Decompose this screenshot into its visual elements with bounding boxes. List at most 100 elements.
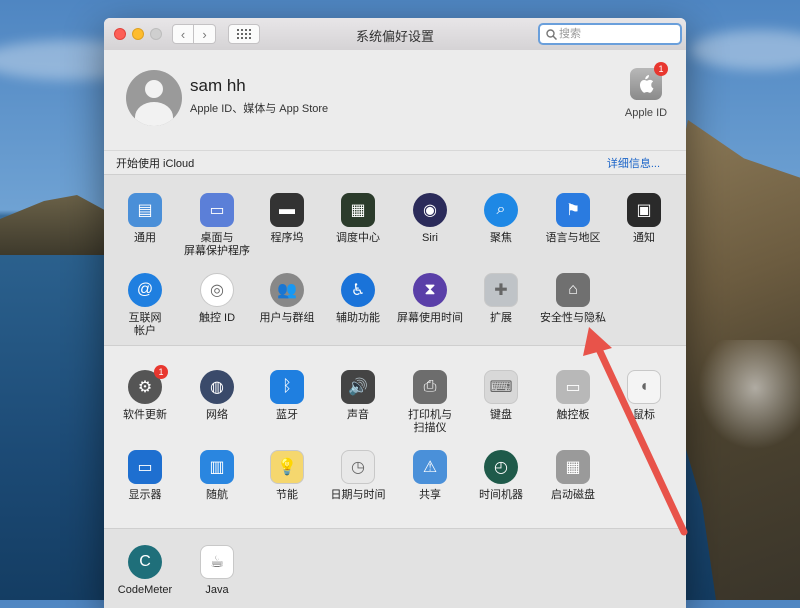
pane-sidecar[interactable]: ▥ 随航 [181,450,253,502]
pane-label: 软件更新 [123,409,167,421]
search-input[interactable] [557,27,671,41]
pane-label: 声音 [347,409,369,421]
apple-id-label: Apple ID [624,107,668,119]
pane-label: 用户与群组 [259,312,315,324]
dock-icon: ▬ [270,193,304,227]
pane-software-update[interactable]: ⚙ 1 软件更新 [109,365,181,422]
title-bar[interactable]: ‹ › 系统偏好设置 [104,18,686,51]
pane-extensions[interactable]: ✚ 扩展 [465,273,537,325]
pane-touch-id[interactable]: ◎ 触控 ID [181,273,253,325]
spotlight-icon: ⌕ [484,193,518,227]
pane-notifications[interactable]: ▣ 通知 [608,193,680,245]
desktop-island [0,195,110,255]
sidecar-icon: ▥ [200,450,234,484]
network-icon: ◍ [200,370,234,404]
pane-language-region[interactable]: ⚑ 语言与地区 [537,193,609,245]
pane-startup-disk[interactable]: ▦ 启动磁盘 [537,450,609,502]
siri-icon: ◉ [413,193,447,227]
pane-screen-time[interactable]: ⧗ 屏幕使用时间 [394,273,466,325]
mouse-icon: ◖ [627,370,661,404]
pane-sharing[interactable]: ⚠ 共享 [394,450,466,502]
pane-general[interactable]: ▤ 通用 [109,193,181,245]
pane-trackpad[interactable]: ▭ 触控板 [537,370,609,422]
pane-label: 键盘 [490,409,512,421]
pane-label: 节能 [276,489,298,501]
trackpad-icon: ▭ [556,370,590,404]
icloud-bar: 开始使用 iCloud 详细信息... [104,150,686,175]
pane-keyboard[interactable]: ⌨ 键盘 [465,370,537,422]
desktop-surf [688,340,800,460]
pane-label: Siri [422,232,438,244]
user-name: sam hh [190,76,246,95]
pane-mouse[interactable]: ◖ 鼠标 [608,370,680,422]
pane-mission-control[interactable]: ▦ 调度中心 [322,193,394,245]
pane-siri[interactable]: ◉ Siri [394,193,466,245]
codemeter-icon: C [128,545,162,579]
pane-bluetooth[interactable]: ᛒ 蓝牙 [251,370,323,422]
pane-label: 共享 [419,489,441,501]
bluetooth-icon: ᛒ [270,370,304,404]
pane-label: 桌面与 屏幕保护程序 [184,232,250,257]
user-subtitle: Apple ID、媒体与 App Store [190,103,329,115]
pane-label: 调度中心 [336,232,380,244]
sound-icon: 🔊 [341,370,375,404]
security-privacy-icon: ⌂ [556,273,590,307]
pane-label: 程序坞 [270,232,304,244]
pane-spotlight[interactable]: ⌕ 聚焦 [465,193,537,245]
pane-sound[interactable]: 🔊 声音 [322,370,394,422]
pane-time-machine[interactable]: ◴ 时间机器 [465,450,537,502]
pane-printers-scanners[interactable]: ⎙ 打印机与 扫描仪 [394,370,466,435]
displays-icon: ▭ [128,450,162,484]
pane-java[interactable]: ☕ Java [181,545,253,597]
pane-label: 触控 ID [198,312,236,324]
time-machine-icon: ◴ [484,450,518,484]
pane-label: 启动磁盘 [551,489,595,501]
pane-label: 通用 [134,232,156,244]
pane-label: CodeMeter [117,584,173,596]
desktop-screensaver-icon: ▭ [200,193,234,227]
pane-label: 屏幕使用时间 [397,312,463,324]
pane-section-3: C CodeMeter ☕ Java [104,528,686,608]
energy-saver-icon: 💡 [270,450,304,484]
pane-label: 日期与时间 [330,489,386,501]
icloud-prompt: 开始使用 iCloud [116,158,195,170]
account-section: sam hh Apple ID、媒体与 App Store 1 Apple ID [104,50,686,150]
pane-label: 打印机与 扫描仪 [408,409,452,434]
pane-label: 聚焦 [490,232,512,244]
keyboard-icon: ⌨ [484,370,518,404]
pane-label: 显示器 [128,489,162,501]
pane-section-2: ⚙ 1 软件更新 ◍ 网络 ᛒ 蓝牙 🔊 声音 ⎙ 打印机与 扫描仪 ⌨ 键盘 ▭ 触控板 ◖ 鼠标 ▭ 显示器 ▥ 随… [104,345,686,529]
pane-displays[interactable]: ▭ 显示器 [109,450,181,502]
pane-internet-accounts[interactable]: @ 互联网 帐户 [109,273,181,338]
pane-codemeter[interactable]: C CodeMeter [109,545,181,597]
pane-label: 互联网 帐户 [128,312,162,337]
pane-network[interactable]: ◍ 网络 [181,370,253,422]
pane-date-time[interactable]: ◷ 日期与时间 [322,450,394,502]
pane-label: 鼠标 [633,409,655,421]
date-time-icon: ◷ [341,450,375,484]
users-groups-icon: 👥 [270,273,304,307]
pane-label: 网络 [206,409,228,421]
mission-control-icon: ▦ [341,193,375,227]
search-field[interactable] [538,23,682,45]
apple-id-pane[interactable]: 1 Apple ID [614,62,678,119]
extensions-icon: ✚ [484,273,518,307]
pane-energy-saver[interactable]: 💡 节能 [251,450,323,502]
pane-desktop-screensaver[interactable]: ▭ 桌面与 屏幕保护程序 [181,193,253,258]
touch-id-icon: ◎ [200,273,234,307]
java-icon: ☕ [200,545,234,579]
pane-dock[interactable]: ▬ 程序坞 [251,193,323,245]
pane-security-privacy[interactable]: ⌂ 安全性与隐私 [537,273,609,325]
pane-label: 触控板 [556,409,590,421]
pane-section-1: ▤ 通用 ▭ 桌面与 屏幕保护程序 ▬ 程序坞 ▦ 调度中心 ◉ Siri ⌕ 聚焦 ⚑ 语言与地区 ▣ 通知… [104,174,686,346]
avatar[interactable] [126,70,182,126]
details-link[interactable]: 详细信息... [607,155,660,171]
pane-users-groups[interactable]: 👥 用户与群组 [251,273,323,325]
sharing-icon: ⚠ [413,450,447,484]
accessibility-icon: ♿ [341,273,375,307]
desktop-cloud [690,30,800,70]
pane-label: 随航 [206,489,228,501]
update-badge: 1 [154,365,168,379]
pane-accessibility[interactable]: ♿ 辅助功能 [322,273,394,325]
pane-label: 时间机器 [479,489,523,501]
